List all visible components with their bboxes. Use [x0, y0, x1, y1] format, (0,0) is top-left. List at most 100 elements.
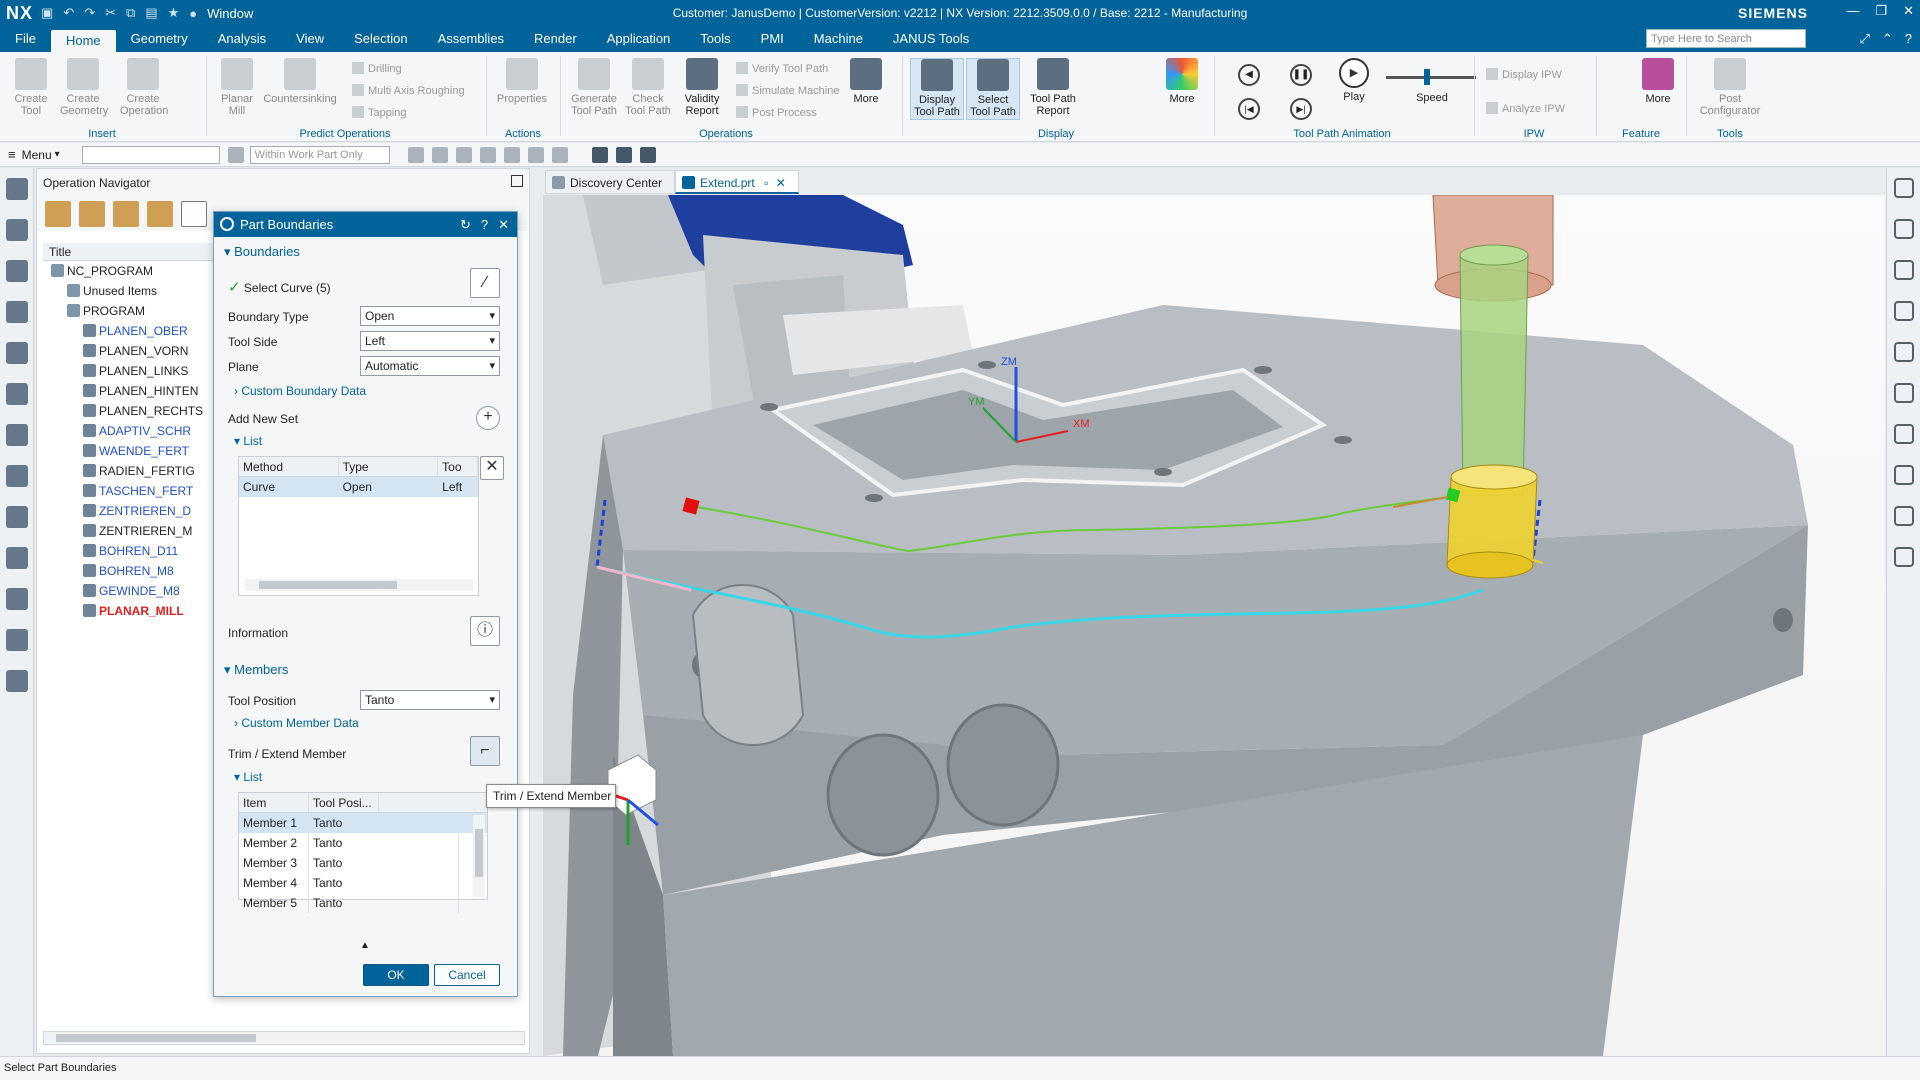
tab-geometry[interactable]: Geometry [116, 26, 203, 52]
snap-icon[interactable] [407, 146, 424, 163]
tool-side-dropdown[interactable]: Left [360, 331, 500, 351]
tab-pmi[interactable]: PMI [746, 26, 799, 52]
col-item[interactable]: Item [239, 793, 309, 812]
command-search-input[interactable]: Type Here to Search [1646, 29, 1806, 48]
tree-node[interactable]: Unused Items [43, 281, 213, 301]
planar-mill-button[interactable]: Planar Mill [214, 58, 260, 117]
tree-node[interactable]: NC_PROGRAM [43, 261, 213, 281]
tab-file[interactable]: File [0, 26, 51, 52]
custom-boundary-data-toggle[interactable]: Custom Boundary Data [234, 384, 366, 398]
countersinking-button[interactable]: Countersinking [262, 58, 338, 105]
multi-axis-roughing-button[interactable]: Multi Axis Roughing [352, 84, 465, 97]
tree-node[interactable]: PLANEN_LINKS [43, 361, 213, 381]
create-operation-button[interactable]: Create Operation [120, 58, 168, 117]
tree-node[interactable]: ZENTRIEREN_M [43, 521, 213, 541]
collapse-ribbon-icon[interactable]: ⌃ [1882, 31, 1893, 47]
restore-icon[interactable]: ❐ [1875, 3, 1887, 19]
point-icon[interactable] [503, 146, 520, 163]
trim-extend-member-button[interactable]: ⌐ [470, 736, 500, 766]
members-section-header[interactable]: Members [224, 662, 288, 678]
reuse-library-icon[interactable] [5, 424, 28, 446]
tree-node[interactable]: TASCHEN_FERT [43, 481, 213, 501]
tab-application[interactable]: Application [592, 26, 686, 52]
favorites-icon[interactable] [1893, 260, 1914, 280]
maximize-icon[interactable] [511, 175, 523, 187]
post-process-button[interactable]: Post Process [736, 106, 817, 119]
tab-janus-tools[interactable]: JANUS Tools [878, 26, 984, 52]
tab-view[interactable]: View [281, 26, 339, 52]
select-curve-label[interactable]: ✓ Select Curve (5) [228, 278, 331, 296]
save-icon[interactable]: ▣ [41, 5, 53, 21]
boundary-list-toggle[interactable]: List [234, 434, 262, 448]
cut-icon[interactable]: ✂ [105, 5, 116, 21]
tree-node[interactable]: RADIEN_FERTIG [43, 461, 213, 481]
history-icon[interactable] [5, 547, 28, 569]
analyze-ipw-button[interactable]: Analyze IPW [1486, 102, 1565, 115]
select-tool-path-button[interactable]: Select Tool Path [966, 58, 1020, 120]
pause-icon[interactable]: ❚❚ [1290, 64, 1312, 86]
fullscreen-icon[interactable]: ⤢ [1859, 31, 1869, 47]
tree-node[interactable]: PLANEN_RECHTS [43, 401, 213, 421]
table-row[interactable]: Member 4 Tanto [239, 873, 487, 893]
boundaries-section-header[interactable]: Boundaries [224, 244, 300, 260]
collapse-icon[interactable]: ▲ [360, 940, 370, 951]
tree-node[interactable]: ADAPTIV_SCHR [43, 421, 213, 441]
table-row[interactable]: Member 5 Tanto [239, 893, 487, 913]
reset-icon[interactable]: ↻ [460, 212, 471, 237]
speed-slider[interactable] [1386, 69, 1476, 85]
help-icon[interactable] [1893, 424, 1914, 444]
display-more-button[interactable]: More [1162, 58, 1202, 105]
roles-icon[interactable] [5, 629, 28, 651]
tree-node[interactable]: ZENTRIEREN_D [43, 501, 213, 521]
tab-render[interactable]: Render [519, 26, 592, 52]
mcs-view-icon[interactable] [591, 146, 608, 163]
table-row[interactable]: Member 1 Tanto [239, 813, 487, 833]
system-materials-icon[interactable] [5, 588, 28, 610]
tab-assemblies[interactable]: Assemblies [423, 26, 519, 52]
janus-icon[interactable] [5, 670, 28, 692]
add-new-set-button[interactable]: + [476, 406, 500, 430]
hamburger-icon[interactable]: ≡ [8, 147, 16, 162]
copy-icon[interactable]: ⧉ [126, 5, 135, 21]
boundary-type-dropdown[interactable]: Open [360, 306, 500, 326]
cancel-button[interactable]: Cancel [434, 964, 500, 986]
information-icon[interactable]: ⓘ [470, 616, 500, 646]
table-row[interactable]: Curve Open Left [239, 477, 478, 497]
post-configurator-button[interactable]: Post Configurator [1696, 58, 1764, 117]
drilling-button[interactable]: Drilling [352, 62, 402, 75]
tab-tools[interactable]: Tools [685, 26, 745, 52]
settings-icon[interactable] [5, 178, 28, 200]
navigator-horizontal-scrollbar[interactable] [43, 1031, 525, 1045]
constraint-navigator-icon[interactable] [5, 301, 28, 323]
tab-selection[interactable]: Selection [339, 26, 422, 52]
path-icon[interactable] [1893, 506, 1914, 526]
tree-node[interactable]: PLANEN_VORN [43, 341, 213, 361]
table-row[interactable]: Member 2 Tanto [239, 833, 487, 853]
holder-icon[interactable] [1893, 547, 1914, 567]
web-browser-icon[interactable] [5, 506, 28, 528]
ok-button[interactable]: OK [363, 964, 429, 986]
boundary-list-hscrollbar[interactable] [245, 579, 473, 591]
window-menu[interactable]: Window [207, 6, 253, 21]
measure-icon[interactable] [1893, 178, 1914, 198]
validity-report-button[interactable]: Validity Report [676, 58, 728, 117]
close-icon[interactable]: ✕ [1903, 3, 1914, 19]
lasso-icon[interactable] [479, 146, 496, 163]
filter-view-icon[interactable] [181, 201, 207, 227]
tool-icon[interactable] [1893, 342, 1914, 362]
create-geometry-button[interactable]: Create Geometry [60, 58, 108, 117]
forward-icon[interactable]: ▶| [1290, 98, 1312, 120]
tab-analysis[interactable]: Analysis [203, 26, 281, 52]
notes-icon[interactable] [1893, 465, 1914, 485]
hd3d-icon[interactable] [5, 465, 28, 487]
operation-navigator-icon[interactable] [5, 342, 28, 364]
col-method[interactable]: Method [239, 457, 339, 476]
simulate-machine-button[interactable]: Simulate Machine [736, 84, 839, 97]
help-icon[interactable]: ? [1905, 31, 1912, 47]
col-tool-position[interactable]: Tool Posi... [309, 793, 379, 812]
part-navigator-icon[interactable] [5, 219, 28, 241]
tree-node[interactable]: PROGRAM [43, 301, 213, 321]
hide-icon[interactable] [639, 146, 656, 163]
microphone-icon[interactable]: ● [189, 6, 197, 21]
display-tool-path-button[interactable]: Display Tool Path [910, 58, 964, 120]
